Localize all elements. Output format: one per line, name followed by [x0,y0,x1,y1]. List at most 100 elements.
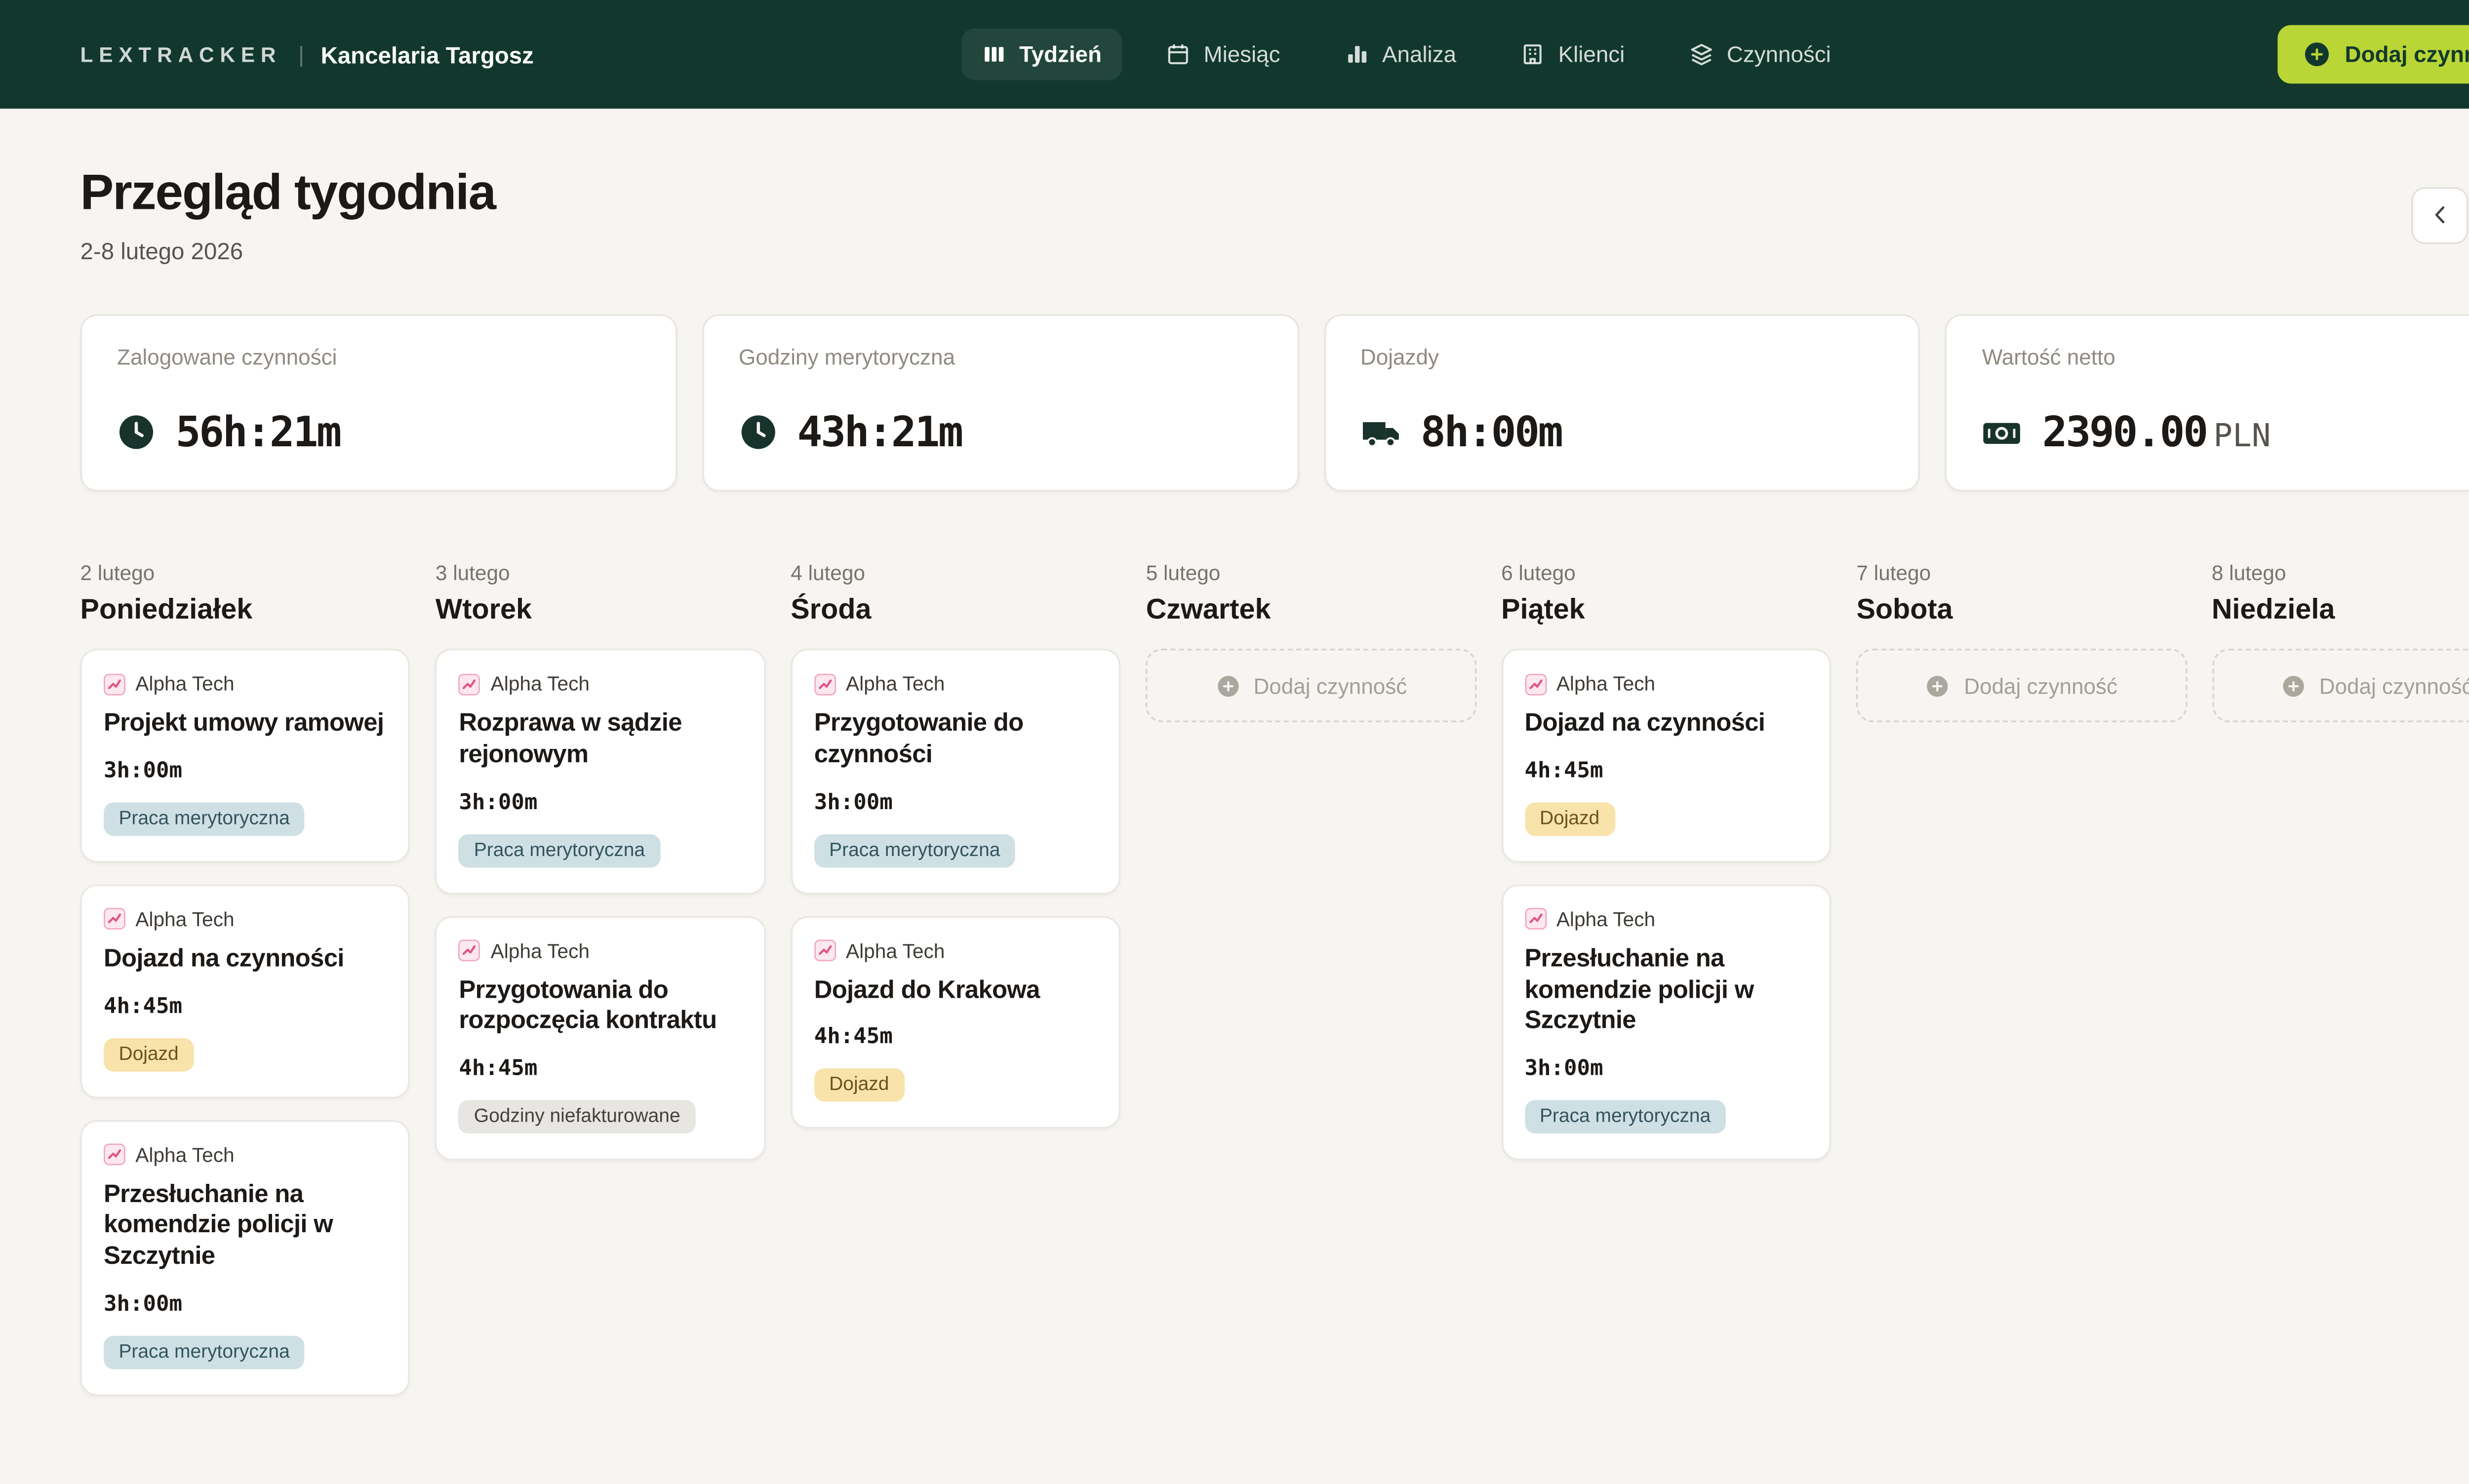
client-row: Alpha Tech [814,939,1098,962]
brand-separator: | [298,42,304,67]
nav-label: Analiza [1382,42,1456,67]
nav-label: Tydzień [1019,42,1102,67]
activity-tag: Dojazd [104,1037,194,1071]
main-content: Przegląd tygodnia 2-8 lutego 2026 Zalogo… [0,109,2469,1484]
summary-card-billable-hours: Godziny merytoryczna 43h:21m [702,314,1298,492]
day-date: 7 lutego [1856,562,2187,585]
activity-card[interactable]: Alpha Tech Projekt umowy ramowej 3h:00m … [80,649,411,862]
nav-label: Miesiąc [1203,42,1280,67]
client-name: Alpha Tech [846,672,945,695]
brand: LEXTRACKER | Kancelaria Targosz [80,41,534,68]
activity-title: Dojazd do Krakowa [814,976,1098,1007]
client-name: Alpha Tech [135,907,234,931]
summary-card-net-value: Wartość netto 2390.00PLN [1945,314,2469,492]
day-date: 6 lutego [1501,562,1832,585]
week-view-icon [981,42,1006,67]
prev-week-button[interactable] [2411,187,2468,243]
day-name: Niedziela [2212,593,2469,627]
activity-title: Przesłuchanie na komendzie policji w Szc… [1524,944,1808,1038]
activity-card[interactable]: Alpha Tech Rozprawa w sądzie rejonowym 3… [436,649,766,894]
activity-tag: Praca merytoryczna [1524,1100,1725,1133]
activity-tag: Dojazd [814,1069,904,1102]
activity-card[interactable]: Alpha Tech Przesłuchanie na komendzie po… [80,1119,411,1396]
building-icon [1520,42,1545,67]
day-date: 8 lutego [2212,562,2469,585]
client-icon [1524,908,1546,930]
client-icon [104,673,125,695]
main-nav: Tydzień Miesiąc Analiza Klienci [961,29,1851,80]
summary-label: Wartość netto [1982,345,2469,370]
summary-value: 2390.00 [2042,408,2207,456]
client-name: Alpha Tech [491,939,590,962]
banknote-icon [1982,412,2022,452]
activity-card[interactable]: Alpha Tech Dojazd na czynności 4h:45m Do… [1501,649,1832,862]
activity-duration: 4h:45m [104,994,387,1019]
day-column-saturday: 7 lutego Sobota Dodaj czynność [1856,562,2187,722]
client-row: Alpha Tech [814,672,1098,695]
activity-card[interactable]: Alpha Tech Dojazd do Krakowa 4h:45m Doja… [791,915,1121,1129]
activity-duration: 3h:00m [814,790,1098,815]
date-range: 2-8 lutego 2026 [80,237,495,264]
activity-title: Przesłuchanie na komendzie policji w Szc… [104,1179,387,1273]
add-activity-placeholder[interactable]: Dodaj czynność [1856,649,2187,722]
clock-icon [117,413,156,451]
nav-item-clients[interactable]: Klienci [1500,29,1645,80]
nav-item-analytics[interactable]: Analiza [1324,29,1476,80]
day-column-thursday: 5 lutego Czwartek Dodaj czynność [1146,562,1476,722]
summary-label: Zalogowane czynności [117,345,640,370]
day-date: 5 lutego [1146,562,1476,585]
client-icon [104,908,125,930]
add-activity-placeholder[interactable]: Dodaj czynność [1146,649,1476,722]
day-name: Piątek [1501,593,1832,627]
activity-duration: 4h:45m [459,1056,742,1082]
activity-title: Dojazd na czynności [1524,709,1808,740]
day-name: Wtorek [436,593,766,627]
activity-tag: Godziny niefakturowane [459,1100,695,1133]
activity-tag: Praca merytoryczna [814,833,1015,867]
client-icon [104,1143,125,1165]
client-name: Alpha Tech [135,1143,234,1166]
activity-tag: Praca merytoryczna [459,833,660,867]
day-name: Środa [791,593,1121,627]
client-row: Alpha Tech [1524,907,1808,931]
summary-card-commutes: Dojazdy 8h:00m [1323,314,1920,492]
page-header: Przegląd tygodnia 2-8 lutego 2026 [80,109,2469,264]
client-icon [459,939,480,961]
summary-value: 43h:21m [797,408,962,456]
client-icon [814,939,836,961]
bar-chart-icon [1344,42,1369,67]
clock-icon [739,413,777,451]
client-name: Alpha Tech [846,939,945,962]
nav-item-month[interactable]: Miesiąc [1145,29,1300,80]
layers-icon [1688,42,1713,67]
nav-item-week[interactable]: Tydzień [961,29,1122,80]
activity-title: Rozprawa w sądzie rejonowym [459,709,742,772]
add-activity-placeholder[interactable]: Dodaj czynność [2212,649,2469,722]
calendar-icon [1165,42,1191,67]
client-icon [459,673,480,695]
plus-circle-icon [2281,673,2306,698]
summary-label: Godziny merytoryczna [739,345,1262,370]
activity-card[interactable]: Alpha Tech Przygotowania do rozpoczęcia … [436,915,766,1160]
navbar: LEXTRACKER | Kancelaria Targosz Tydzień … [0,0,2469,109]
summary-value: 8h:00m [1421,408,1562,456]
client-row: Alpha Tech [104,672,387,695]
client-name: Alpha Tech [135,672,234,695]
add-placeholder-label: Dodaj czynność [1964,673,2117,698]
activity-card[interactable]: Alpha Tech Przygotowanie do czynności 3h… [791,649,1121,894]
day-name: Czwartek [1146,593,1476,627]
activity-title: Dojazd na czynności [104,944,387,976]
add-activity-button[interactable]: Dodaj czynność [2278,25,2469,84]
add-placeholder-label: Dodaj czynność [1253,673,1407,698]
add-activity-label: Dodaj czynność [2345,42,2469,67]
activity-card[interactable]: Alpha Tech Dojazd na czynności 4h:45m Do… [80,884,411,1098]
client-name: Alpha Tech [491,672,590,695]
activity-card[interactable]: Alpha Tech Przesłuchanie na komendzie po… [1501,884,1832,1161]
activity-tag: Praca merytoryczna [104,1335,305,1369]
nav-item-activities[interactable]: Czynności [1668,29,1851,80]
client-row: Alpha Tech [459,672,742,695]
summary-value: 56h:21m [176,408,340,456]
client-icon [814,673,836,695]
day-column-friday: 6 lutego Piątek Alpha Tech Dojazd na czy… [1501,562,1832,1182]
activity-title: Przygotowanie do czynności [814,709,1098,772]
